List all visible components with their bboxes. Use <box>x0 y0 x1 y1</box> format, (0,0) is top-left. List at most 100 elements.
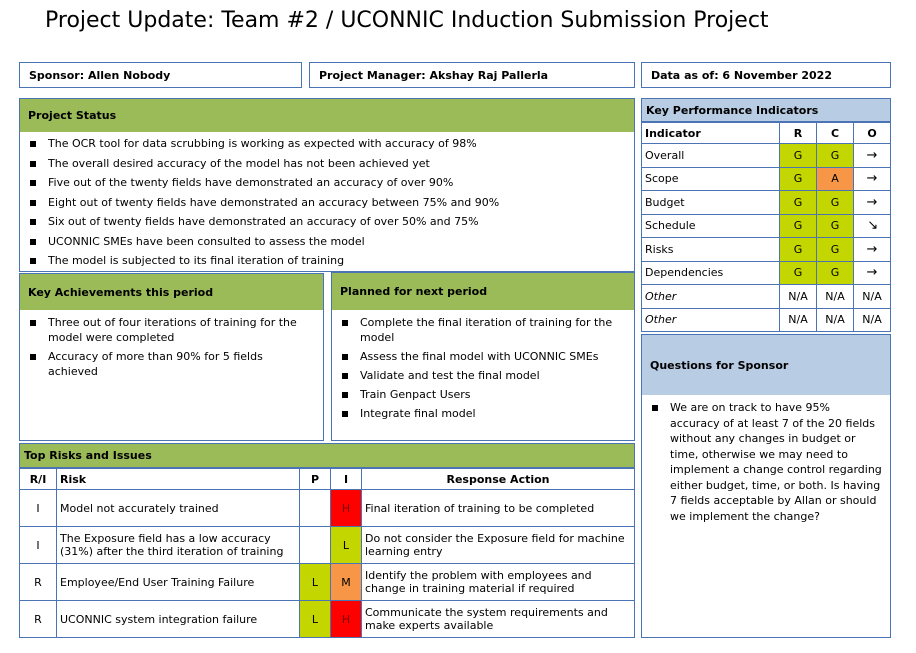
data-as-of-box: Data as of: 6 November 2022 <box>641 62 891 88</box>
action-cell: Identify the problem with employees and … <box>361 563 635 601</box>
column-header: Response Action <box>361 468 635 490</box>
action-cell: Communicate the system requirements and … <box>361 600 635 638</box>
list-item: We are on track to have 95% accuracy of … <box>642 400 882 524</box>
ri-cell: R <box>19 600 57 638</box>
arrow-right-icon: → <box>866 147 878 163</box>
probability-cell <box>299 526 331 564</box>
indicator-name: Risks <box>641 237 780 262</box>
c-status: G <box>816 237 854 262</box>
list-item: Train Genpact Users <box>332 387 614 402</box>
project-status-panel: Project Status The OCR tool for data scr… <box>19 98 635 272</box>
impact-cell: M <box>330 563 362 601</box>
table-row: R UCONNIC system integration failure L H… <box>19 600 635 638</box>
c-status: G <box>816 260 854 285</box>
table-header-row: R/I Risk P I Response Action <box>19 468 635 490</box>
r-status: G <box>779 190 817 215</box>
table-row: I Model not accurately trained H Final i… <box>19 489 635 527</box>
ri-cell: I <box>19 489 57 527</box>
table-row: Overall G G → <box>641 143 891 168</box>
probability-cell <box>299 489 331 527</box>
impact-cell: L <box>330 526 362 564</box>
achievements-panel: Key Achievements this period Three out o… <box>19 273 324 441</box>
c-status: G <box>816 190 854 215</box>
risks-table: R/I Risk P I Response Action I Model not… <box>19 468 635 638</box>
table-row: Schedule G G → <box>641 213 891 238</box>
c-status: G <box>816 213 854 238</box>
indicator-name: Schedule <box>641 213 780 238</box>
column-header: Indicator <box>641 122 780 144</box>
table-row: Dependencies G G → <box>641 260 891 285</box>
list-item: Five out of the twenty fields have demon… <box>20 175 634 190</box>
list-item: Validate and test the final model <box>332 368 614 383</box>
table-row: Budget G G → <box>641 190 891 215</box>
ri-cell: R <box>19 563 57 601</box>
impact-cell: H <box>330 600 362 638</box>
indicator-name: Overall <box>641 143 780 168</box>
o-status: N/A <box>853 284 891 309</box>
kpi-panel: Key Performance Indicators Indicator R C… <box>641 98 891 332</box>
list-item: The OCR tool for data scrubbing is worki… <box>20 136 634 151</box>
o-status: N/A <box>853 307 891 332</box>
list-item: Complete the final iteration of training… <box>332 315 614 345</box>
list-item: Integrate final model <box>332 406 614 421</box>
r-status: G <box>779 260 817 285</box>
arrow-right-icon: → <box>866 194 878 210</box>
action-cell: Do not consider the Exposure field for m… <box>361 526 635 564</box>
list-item: Eight out of twenty fields have demonstr… <box>20 195 634 210</box>
column-header: P <box>299 468 331 490</box>
kpi-table: Indicator R C O Overall G G → Scope G A … <box>641 122 891 332</box>
action-cell: Final iteration of training to be comple… <box>361 489 635 527</box>
column-header: R <box>779 122 817 144</box>
indicator-name: Other <box>641 307 780 332</box>
risk-cell: Employee/End User Training Failure <box>56 563 300 601</box>
arrow-right-icon: → <box>866 265 878 281</box>
risk-cell: UCONNIC system integration failure <box>56 600 300 638</box>
arrow-right-icon: → <box>866 241 878 257</box>
probability-cell: L <box>299 563 331 601</box>
column-header: R/I <box>19 468 57 490</box>
questions-list: We are on track to have 95% accuracy of … <box>642 400 890 524</box>
impact-cell: H <box>330 489 362 527</box>
risk-cell: The Exposure field has a low accuracy (3… <box>56 526 300 564</box>
column-header: Risk <box>56 468 300 490</box>
indicator-name: Scope <box>641 166 780 191</box>
list-item: Three out of four iterations of training… <box>20 315 303 345</box>
indicator-name: Budget <box>641 190 780 215</box>
c-status: N/A <box>816 307 854 332</box>
r-status: G <box>779 166 817 191</box>
achievements-title: Key Achievements this period <box>20 274 323 310</box>
list-item: UCONNIC SMEs have been consulted to asse… <box>20 234 634 249</box>
project-status-list: The OCR tool for data scrubbing is worki… <box>20 136 634 268</box>
list-item: The model is subjected to its final iter… <box>20 253 634 268</box>
column-header: C <box>816 122 854 144</box>
column-header: O <box>853 122 891 144</box>
planned-list: Complete the final iteration of training… <box>332 315 634 421</box>
table-row: Other N/A N/A N/A <box>641 307 891 332</box>
table-row: Other N/A N/A N/A <box>641 284 891 309</box>
table-row: Risks G G → <box>641 237 891 262</box>
table-row: Scope G A → <box>641 166 891 191</box>
probability-cell: L <box>299 600 331 638</box>
column-header: I <box>330 468 362 490</box>
list-item: Six out of twenty fields have demonstrat… <box>20 214 634 229</box>
project-manager-box: Project Manager: Akshay Raj Pallerla <box>309 62 635 88</box>
risk-cell: Model not accurately trained <box>56 489 300 527</box>
questions-panel: Questions for Sponsor We are on track to… <box>641 334 891 638</box>
c-status: G <box>816 143 854 168</box>
r-status: N/A <box>779 284 817 309</box>
list-item: Assess the final model with UCONNIC SMEs <box>332 349 614 364</box>
risks-title: Top Risks and Issues <box>19 443 635 468</box>
table-row: I The Exposure field has a low accuracy … <box>19 526 635 564</box>
arrow-right-icon: → <box>866 171 878 187</box>
arrow-down-right-icon: → <box>862 216 882 235</box>
list-item: Accuracy of more than 90% for 5 fields a… <box>20 349 303 379</box>
sponsor-box: Sponsor: Allen Nobody <box>19 62 302 88</box>
list-item: The overall desired accuracy of the mode… <box>20 156 634 171</box>
r-status: G <box>779 213 817 238</box>
r-status: G <box>779 237 817 262</box>
planned-panel: Planned for next period Complete the fin… <box>331 272 635 441</box>
risks-panel: Top Risks and Issues R/I Risk P I Respon… <box>19 443 635 638</box>
c-status: A <box>816 166 854 191</box>
ri-cell: I <box>19 526 57 564</box>
r-status: G <box>779 143 817 168</box>
